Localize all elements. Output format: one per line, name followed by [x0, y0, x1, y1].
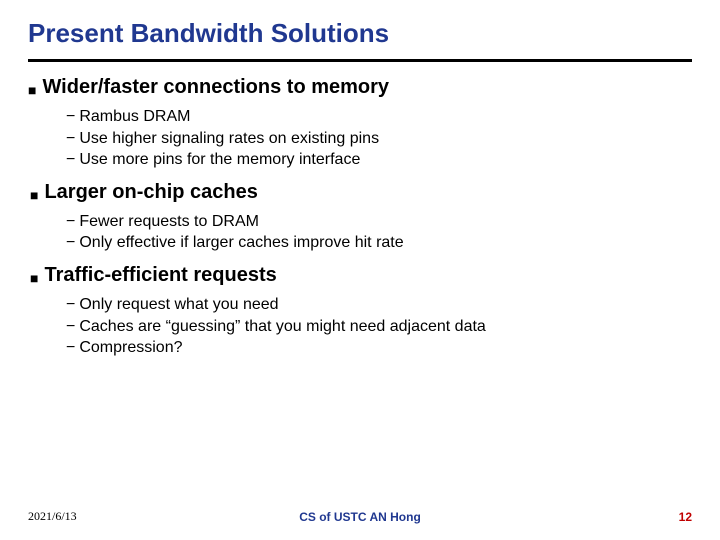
square-bullet-icon: ■ [30, 181, 38, 205]
dash-icon: − [66, 294, 75, 316]
topic-3: ■ Traffic-efficient requests − Only requ… [28, 264, 692, 359]
square-bullet-icon: ■ [30, 264, 38, 288]
list-item: − Fewer requests to DRAM [66, 211, 692, 233]
topic-2-head: ■ Larger on-chip caches [28, 181, 692, 205]
item-text: Use more pins for the memory interface [79, 149, 360, 171]
topic-2: ■ Larger on-chip caches − Fewer requests… [28, 181, 692, 254]
list-item: − Only effective if larger caches improv… [66, 232, 692, 254]
footer-center: CS of USTC AN Hong [299, 510, 421, 524]
list-item: − Use more pins for the memory interface [66, 149, 692, 171]
list-item: − Caches are “guessing” that you might n… [66, 316, 692, 338]
topic-2-items: − Fewer requests to DRAM − Only effectiv… [28, 211, 692, 254]
dash-icon: − [66, 232, 75, 254]
topic-1-heading: Wider/faster connections to memory [42, 76, 389, 99]
item-text: Rambus DRAM [79, 106, 190, 128]
list-item: − Rambus DRAM [66, 106, 692, 128]
topic-1-items: − Rambus DRAM − Use higher signaling rat… [28, 106, 692, 171]
dash-icon: − [66, 149, 75, 171]
dash-icon: − [66, 211, 75, 233]
topic-1: ■ Wider/faster connections to memory − R… [28, 76, 692, 171]
item-text: Only request what you need [79, 294, 278, 316]
title-rule [28, 59, 692, 62]
item-text: Fewer requests to DRAM [79, 211, 259, 233]
topic-1-head: ■ Wider/faster connections to memory [28, 76, 692, 100]
item-text: Compression? [79, 337, 182, 359]
topic-3-heading: Traffic-efficient requests [44, 264, 276, 287]
item-text: Only effective if larger caches improve … [79, 232, 403, 254]
dash-icon: − [66, 106, 75, 128]
footer-page-number: 12 [679, 510, 692, 524]
topic-3-items: − Only request what you need − Caches ar… [28, 294, 692, 359]
dash-icon: − [66, 128, 75, 150]
list-item: − Use higher signaling rates on existing… [66, 128, 692, 150]
dash-icon: − [66, 337, 75, 359]
list-item: − Compression? [66, 337, 692, 359]
list-item: − Only request what you need [66, 294, 692, 316]
square-bullet-icon: ■ [28, 76, 36, 100]
slide-footer: 2021/6/13 CS of USTC AN Hong 12 [0, 509, 720, 524]
item-text: Caches are “guessing” that you might nee… [79, 316, 485, 338]
footer-date: 2021/6/13 [28, 509, 77, 524]
slide: Present Bandwidth Solutions ■ Wider/fast… [0, 0, 720, 540]
dash-icon: − [66, 316, 75, 338]
item-text: Use higher signaling rates on existing p… [79, 128, 379, 150]
topic-2-heading: Larger on-chip caches [44, 181, 257, 204]
topic-3-head: ■ Traffic-efficient requests [28, 264, 692, 288]
slide-title: Present Bandwidth Solutions [28, 18, 692, 49]
